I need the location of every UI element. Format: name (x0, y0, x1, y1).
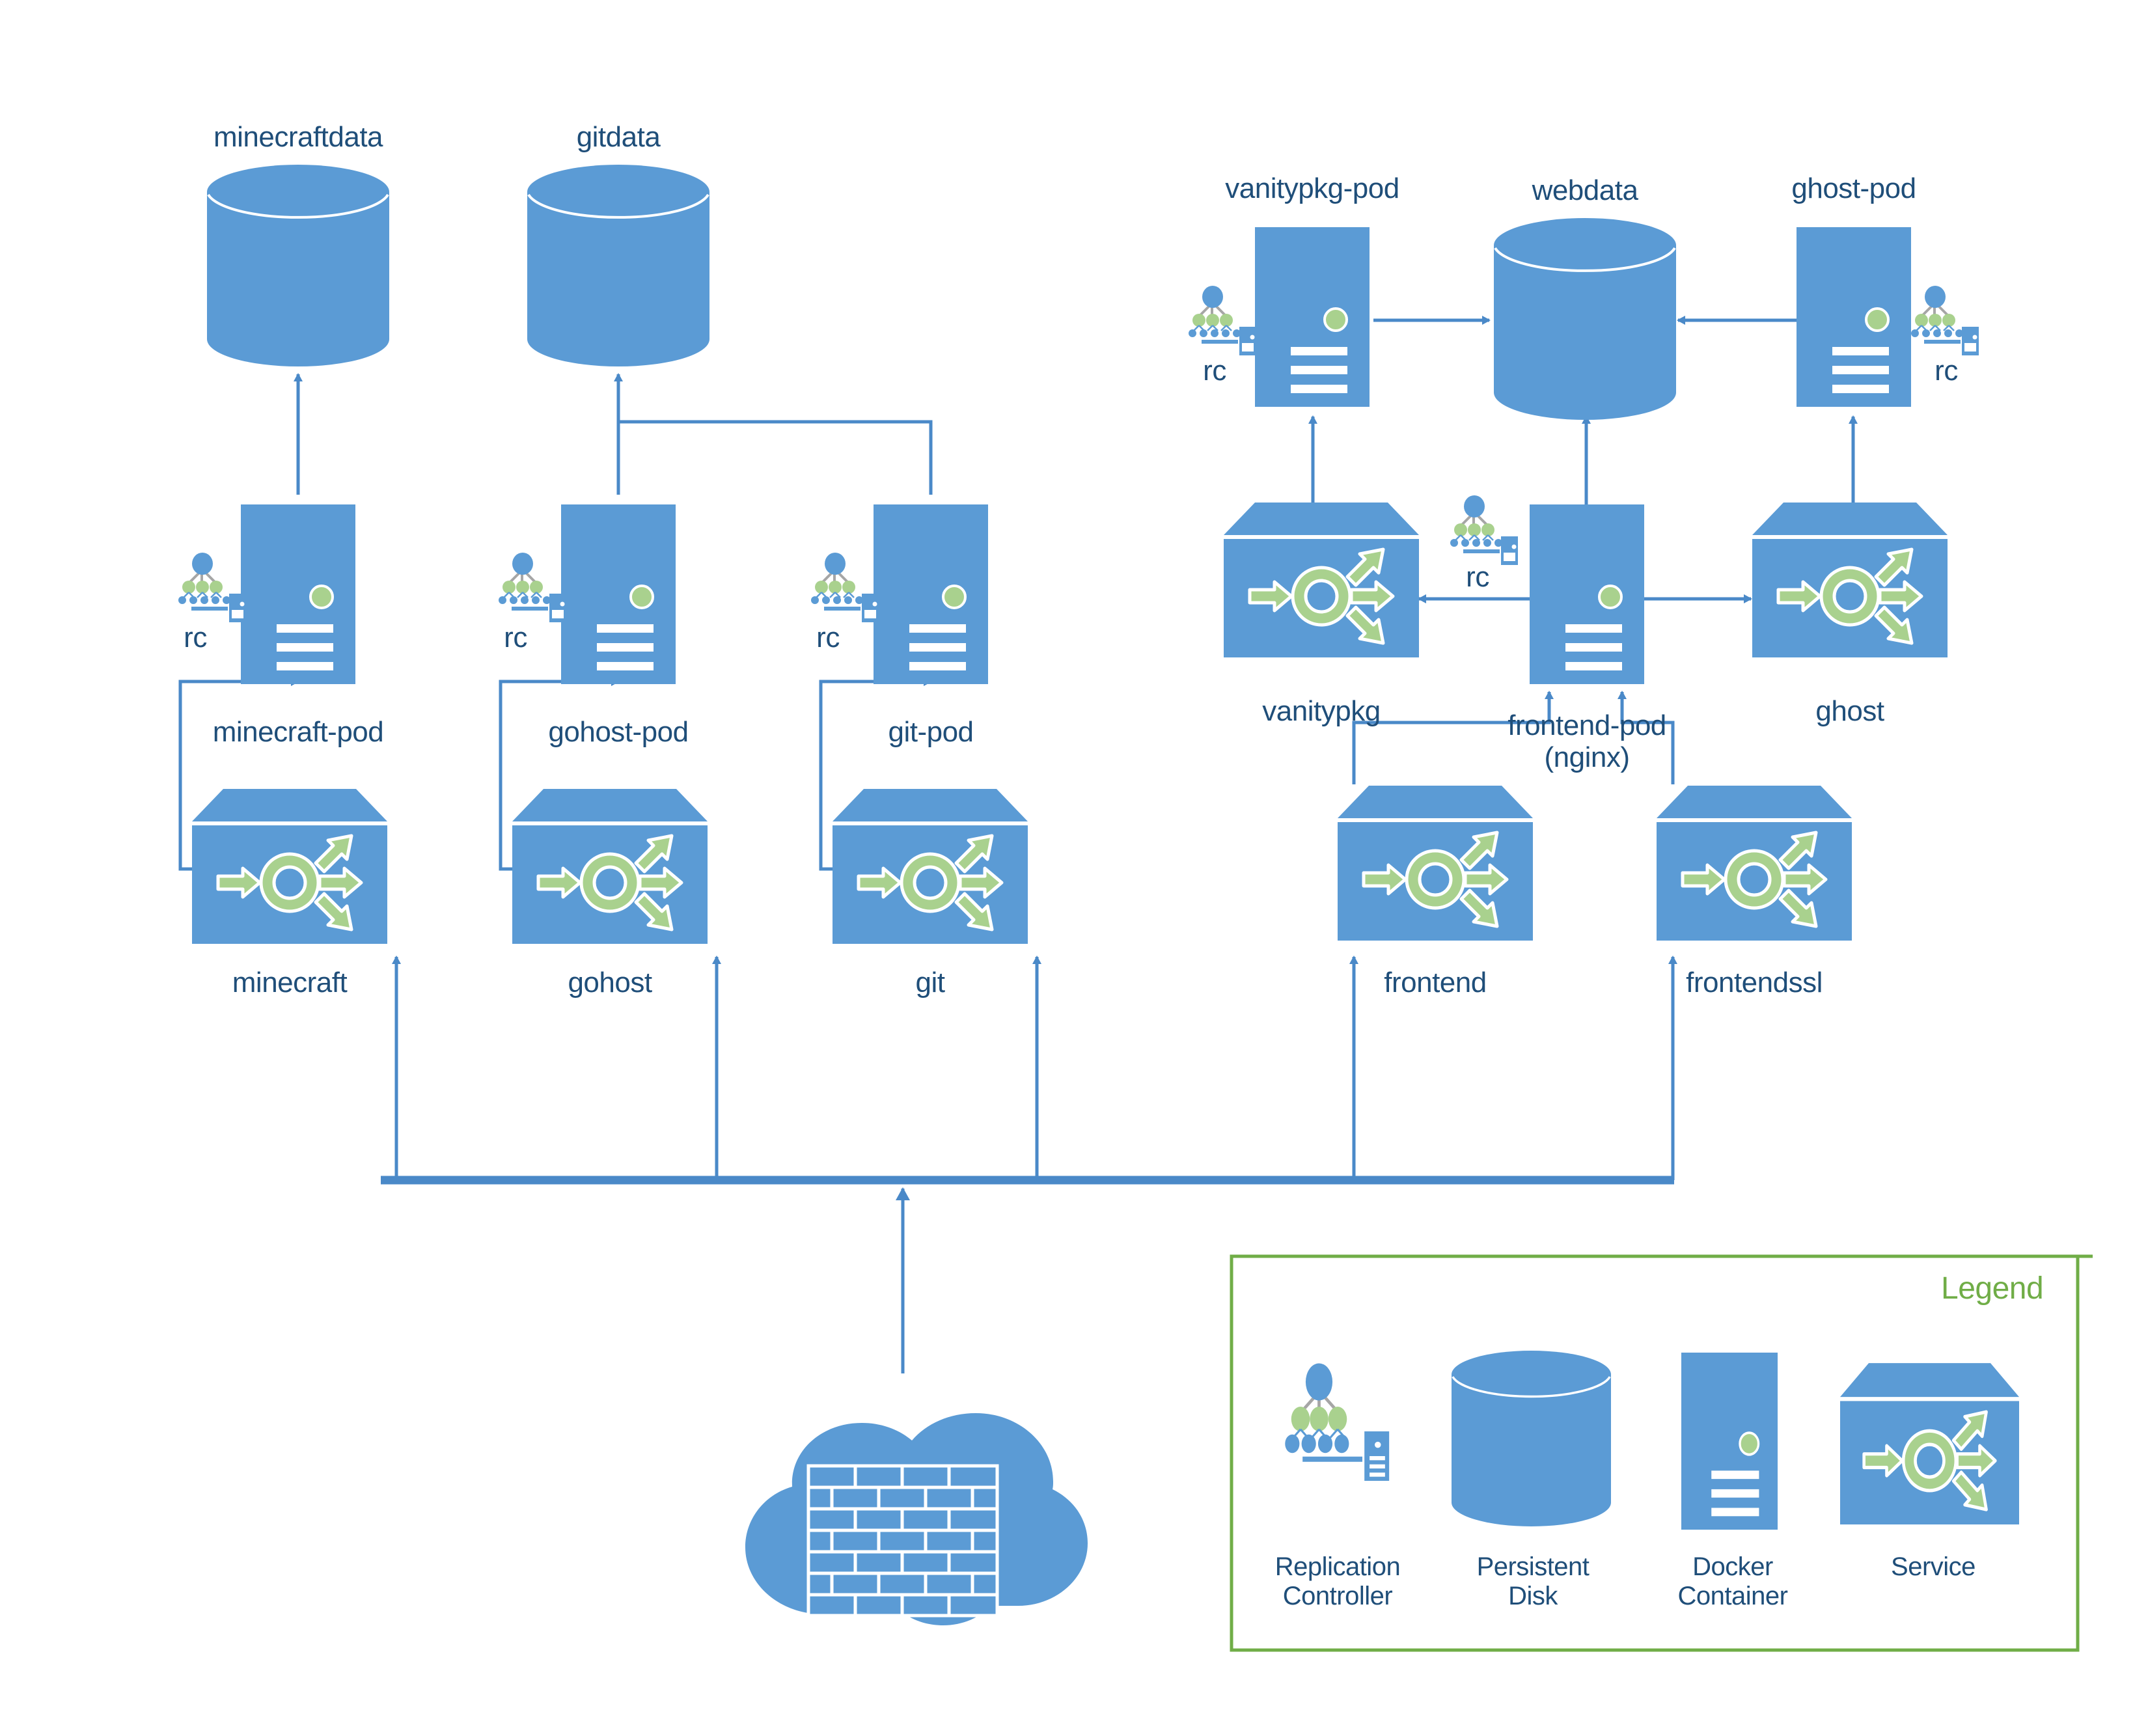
service-frontendssl[interactable] (1657, 786, 1852, 941)
persistent-disk-minecraftdata[interactable] (207, 165, 389, 366)
pod-vanitypkg-pod[interactable] (1255, 227, 1370, 407)
label-service-minecraft: minecraft (232, 967, 348, 999)
legend-replication-controller-icon (1285, 1364, 1389, 1483)
legend-label-service: Service (1891, 1552, 1976, 1581)
legend-docker-container-icon (1681, 1353, 1778, 1530)
label-rc-ghost: rc (1935, 355, 1958, 387)
persistent-disk-gitdata[interactable] (527, 165, 709, 366)
legend-label-docker-container: Docker Container (1677, 1552, 1788, 1610)
architecture-svg (0, 165, 2093, 1652)
label-vanitypkg-pod: vanitypkg-pod (1225, 172, 1399, 204)
label-minecraft-pod: minecraft-pod (212, 716, 384, 748)
pod-minecraft-pod[interactable] (241, 504, 355, 684)
pod-ghost-pod[interactable] (1797, 227, 1911, 407)
legend-title: Legend (1941, 1271, 2044, 1306)
label-git-pod: git-pod (888, 716, 974, 748)
label-rc-frontend: rc (1466, 561, 1489, 593)
service-vanitypkg[interactable] (1224, 503, 1419, 657)
label-rc-git: rc (816, 622, 840, 654)
replication-controller-icon-ghost[interactable] (1911, 286, 1979, 355)
pod-git-pod[interactable] (874, 504, 988, 684)
persistent-disk-webdata[interactable] (1494, 218, 1676, 420)
replication-controller-icon-gohost[interactable] (499, 553, 566, 622)
replication-controller-icon-vanitypkg[interactable] (1189, 286, 1256, 355)
label-webdata: webdata (1532, 174, 1638, 206)
service-frontend[interactable] (1338, 786, 1533, 941)
replication-controller-icon-minecraft[interactable] (178, 553, 246, 622)
legend-label-persistent-disk: Persistent Disk (1476, 1552, 1590, 1610)
pod-gohost-pod[interactable] (561, 504, 676, 684)
replication-controller-icon-frontend[interactable] (1450, 495, 1518, 565)
label-service-frontendssl: frontendssl (1686, 967, 1823, 999)
legend-service-icon (1840, 1363, 2019, 1524)
label-minecraftdata: minecraftdata (213, 121, 383, 153)
label-service-ghost: ghost (1815, 695, 1884, 727)
label-frontend-pod: frontend-pod (nginx) (1508, 710, 1666, 774)
service-ghost[interactable] (1752, 503, 1948, 657)
label-service-git: git (915, 967, 945, 999)
label-service-frontend: frontend (1384, 967, 1487, 999)
label-rc-vanitypkg: rc (1203, 355, 1226, 387)
service-git[interactable] (833, 789, 1028, 944)
legend-persistent-disk-icon (1452, 1351, 1611, 1526)
label-service-vanitypkg: vanitypkg (1262, 695, 1381, 727)
service-minecraft[interactable] (192, 789, 387, 944)
label-gitdata: gitdata (576, 121, 661, 153)
diagram-canvas: minecraftdata gitdata webdata minecraft-… (0, 0, 2148, 1736)
label-gohost-pod: gohost-pod (548, 716, 689, 748)
label-rc-minecraft: rc (184, 622, 207, 654)
edge-gitpod-to-gitdata (618, 420, 933, 495)
label-service-gohost: gohost (568, 967, 652, 999)
internet-cloud-firewall-icon[interactable] (745, 1413, 1088, 1625)
label-rc-gohost: rc (504, 622, 527, 654)
replication-controller-icon-git[interactable] (811, 553, 879, 622)
label-ghost-pod: ghost-pod (1791, 172, 1916, 204)
pod-frontend-pod[interactable] (1530, 504, 1644, 684)
service-gohost[interactable] (512, 789, 708, 944)
